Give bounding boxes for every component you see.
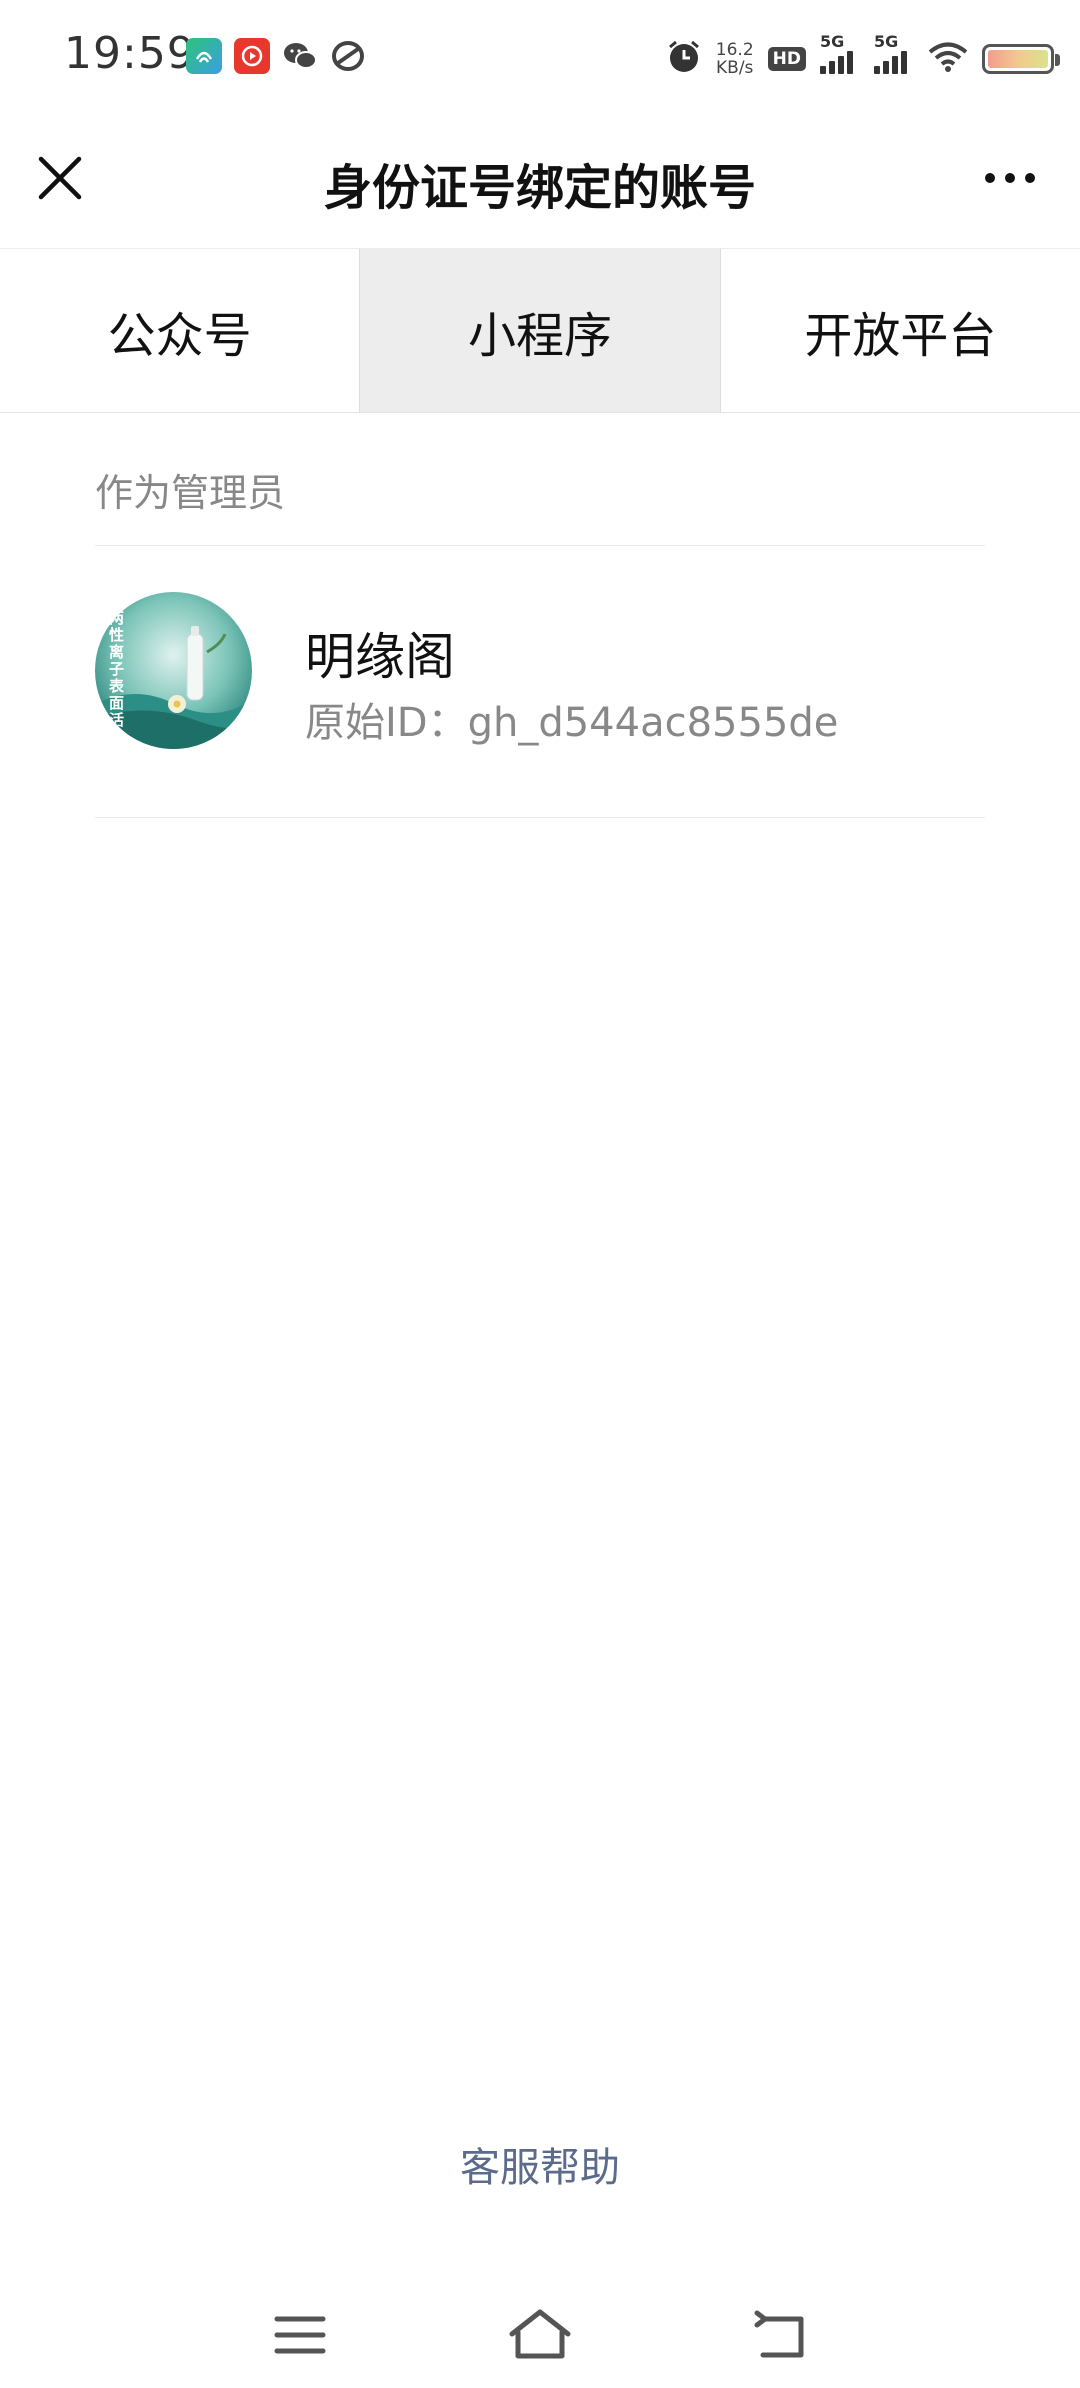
tab-open-platform[interactable]: 开放平台 xyxy=(721,249,1080,412)
net-speed: 16.2 KB/s xyxy=(716,41,754,77)
home-icon xyxy=(509,2309,571,2359)
nav-bar: 身份证号绑定的账号 xyxy=(0,118,1080,248)
status-right-group: 16.2 KB/s HD 5G 5G xyxy=(666,30,1060,88)
page-title: 身份证号绑定的账号 xyxy=(323,160,756,216)
net-speed-value: 16.2 xyxy=(715,40,754,60)
divider xyxy=(95,817,985,818)
more-button[interactable] xyxy=(970,150,1050,206)
hd-badge: HD xyxy=(767,47,806,71)
app-red-play-icon xyxy=(234,38,270,74)
sim1-label: 5G xyxy=(820,32,845,51)
sim2-label: 5G xyxy=(874,32,899,51)
tab-mini-program[interactable]: 小程序 xyxy=(359,249,721,412)
wechat-icon xyxy=(282,38,318,74)
battery-icon xyxy=(982,44,1060,74)
system-nav-bar xyxy=(0,2290,1080,2388)
menu-icon xyxy=(274,2316,326,2354)
app-green-icon xyxy=(186,38,222,74)
account-list-item[interactable]: 两性离子表面活 明缘阁 原始ID：gh_d544ac8555de xyxy=(95,547,985,817)
section-header: 作为管理员 xyxy=(95,471,286,515)
sim1-signal-icon: 5G xyxy=(820,32,860,74)
divider xyxy=(95,545,985,546)
status-time: 19:59 xyxy=(64,28,196,79)
back-icon xyxy=(754,2310,804,2358)
customer-service-help-link[interactable]: 客服帮助 xyxy=(0,2135,1080,2193)
avatar: 两性离子表面活 xyxy=(95,592,252,749)
tab-official-account[interactable]: 公众号 xyxy=(0,249,359,412)
back-button[interactable] xyxy=(745,2300,815,2370)
status-bar: 19:59 16.2 KB/s HD 5G 5G xyxy=(0,0,1080,118)
more-icon xyxy=(985,173,995,183)
wifi-icon xyxy=(928,41,968,77)
tab-bar: 公众号 小程序 开放平台 xyxy=(0,248,1080,413)
net-speed-unit: KB/s xyxy=(716,58,754,78)
alarm-icon xyxy=(666,39,702,79)
account-original-id: 原始ID：gh_d544ac8555de xyxy=(305,700,839,746)
account-name: 明缘阁 xyxy=(305,628,455,686)
sim2-signal-icon: 5G xyxy=(874,32,914,74)
home-button[interactable] xyxy=(505,2300,575,2370)
app-swirl-icon xyxy=(330,38,366,74)
avatar-text: 两性离子表面活 xyxy=(109,609,125,729)
menu-button[interactable] xyxy=(265,2300,335,2370)
